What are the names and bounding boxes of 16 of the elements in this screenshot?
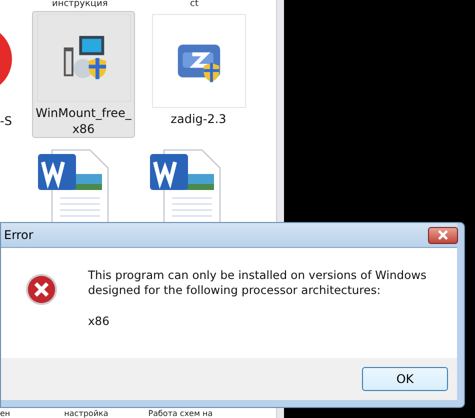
window-title: Error	[4, 228, 34, 242]
file-item[interactable]: WinMount_free_x86	[32, 11, 135, 138]
close-icon	[437, 230, 449, 240]
file-label: настройка	[64, 409, 108, 418]
file-label: -S	[0, 114, 13, 128]
error-icon	[25, 273, 58, 306]
close-button[interactable]	[428, 226, 458, 244]
error-message: This program can only be installed on versions of Windows designed for the following processor architectures:	[88, 268, 428, 298]
file-label: инструкция	[52, 0, 108, 9]
file-label: ct	[190, 0, 198, 9]
file-label: WinMount_free_x86	[34, 105, 132, 137]
file-label: ен	[0, 409, 10, 418]
file-label: zadig-2.3	[170, 111, 228, 127]
file-label: Работа схем на	[148, 409, 213, 418]
architecture-text: x86	[88, 314, 110, 329]
ok-button[interactable]: OK	[362, 367, 448, 391]
